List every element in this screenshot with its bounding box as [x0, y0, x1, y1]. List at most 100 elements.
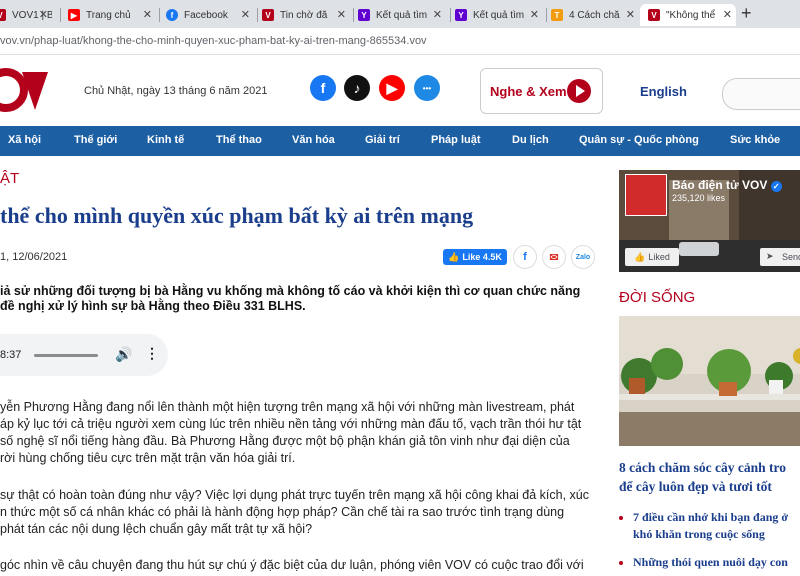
send-label: Send [782, 252, 800, 262]
sidebar-headline[interactable]: 8 cách chăm sóc cây cảnh tro để cây luôn… [619, 458, 800, 496]
verified-icon: ✓ [770, 181, 782, 192]
youtube-icon[interactable]: ▶ [379, 75, 405, 101]
tab-label: Kết quả tìm [473, 9, 525, 21]
close-icon[interactable]: ✕ [39, 8, 48, 21]
tiktok-icon[interactable]: ♪ [344, 75, 370, 101]
article-paragraph: yễn Phương Hằng đang nổi lên thành một h… [0, 399, 600, 467]
paragraph-line: áp kỷ lục tới cả triệu người xem cùng lú… [0, 417, 582, 431]
nav-item[interactable]: Sức khỏe [730, 134, 780, 146]
tab-separator [450, 8, 451, 22]
close-icon[interactable]: ✕ [337, 8, 346, 21]
close-icon[interactable]: ✕ [143, 8, 152, 21]
tab-label: Trang chủ [86, 9, 131, 21]
nav-item[interactable]: Du lịch [512, 134, 549, 146]
sapo-line: đề nghị xử lý hình sự bà Hằng theo Điều … [0, 299, 306, 313]
article-paragraph: sự thật có hoàn toàn đúng như vậy? Việc … [0, 487, 600, 538]
close-icon[interactable]: ✕ [723, 8, 732, 21]
article-paragraph: góc nhìn về câu chuyện đang thu hút sự c… [0, 557, 600, 574]
bullet-icon [619, 561, 623, 565]
zalo-icon[interactable]: ••• [414, 75, 440, 101]
tab-separator [353, 8, 354, 22]
new-tab-button[interactable]: + [741, 4, 752, 22]
nav-item[interactable]: Thế giới [74, 134, 117, 146]
headline-line: để cây luôn đẹp và tươi tốt [619, 479, 772, 494]
browser-tab[interactable]: f Facebook ✕ [166, 4, 254, 26]
paragraph-line: phát tán các nội dung lệch chuẩn gây mất… [0, 522, 313, 536]
browser-tab[interactable]: Y Kết quả tìm ✕ [358, 4, 446, 26]
article-title: thể cho mình quyền xúc phạm bất kỳ ai tr… [0, 203, 474, 228]
nav-item[interactable]: Giải trí [365, 134, 400, 146]
nav-item[interactable]: Văn hóa [292, 134, 335, 146]
thumbs-up-icon: 👍 [448, 251, 460, 262]
share-email-icon[interactable]: ✉ [542, 245, 566, 269]
tab-separator [60, 8, 61, 22]
vov-favicon-icon: V [0, 9, 6, 21]
close-icon[interactable]: ✕ [433, 8, 442, 21]
facebook-page-name[interactable]: Báo điện tử VOV ✓ [672, 178, 782, 192]
article-category[interactable]: ẬT [0, 170, 19, 187]
paragraph-line: n thức một số cá nhân khác có phải là hà… [0, 505, 565, 519]
tab-label: 4 Cách chă [569, 9, 620, 21]
english-link[interactable]: English [640, 84, 687, 99]
browser-tab[interactable]: T 4 Cách chă ✕ [551, 4, 639, 26]
nav-item[interactable]: Kinh tế [147, 134, 184, 146]
search-input[interactable] [722, 78, 800, 110]
close-icon[interactable]: ✕ [241, 8, 250, 21]
nav-item[interactable]: Pháp luật [431, 134, 481, 146]
paragraph-line: sự thật có hoàn toàn đúng như vậy? Việc … [0, 488, 589, 502]
browser-tab[interactable]: V Tin chờ đă ✕ [262, 4, 350, 26]
article-sapo: iả sử những đối tượng bị bà Hằng vu khốn… [0, 284, 598, 314]
paragraph-line: yễn Phương Hằng đang nổi lên thành một h… [0, 400, 575, 414]
tab-separator [546, 8, 547, 22]
bullet-icon [619, 516, 623, 520]
nghe-xem-label: Nghe & Xem [490, 84, 567, 99]
yahoo-favicon-icon: Y [358, 9, 370, 21]
nav-item[interactable]: Thể thao [216, 134, 262, 146]
sidebar-article-image[interactable] [619, 316, 800, 446]
section-title-doi-song[interactable]: ĐỜI SỐNG [619, 289, 695, 306]
paragraph-line: rời hùng chống tiêu cực trên mặt trận vă… [0, 451, 296, 465]
sidebar-list-item[interactable]: 7 điều cần nhớ khi bạn đang ở khó khăn t… [619, 509, 800, 543]
nav-item[interactable]: Quân sự - Quốc phòng [579, 134, 699, 146]
facebook-send-button[interactable]: ➤ Send [760, 248, 800, 266]
share-zalo-icon[interactable]: Zalo [571, 245, 595, 269]
main-nav: Xã hội Thế giới Kinh tế Thể thao Văn hóa… [0, 126, 800, 156]
share-facebook-icon[interactable]: f [513, 245, 537, 269]
close-icon[interactable]: ✕ [530, 8, 539, 21]
list-item-line: khó khăn trong cuộc sống [633, 527, 765, 541]
facebook-page-likes: 235,120 likes [672, 193, 726, 203]
headline-line: 8 cách chăm sóc cây cảnh tro [619, 460, 786, 475]
vov-favicon-icon: V [262, 9, 274, 21]
list-item-line: 7 điều cần nhớ khi bạn đang ở [633, 510, 789, 524]
tab-label: Tin chờ đă [280, 9, 328, 21]
more-options-icon[interactable]: ⋮ [145, 345, 159, 362]
vov-logo[interactable] [0, 66, 48, 114]
youtube-favicon-icon: ▶ [68, 9, 80, 21]
fb-page-name-text: Báo điện tử VOV [672, 178, 768, 192]
thumbs-up-icon: 👍 [634, 251, 646, 262]
browser-tab[interactable]: Y Kết quả tìm ✕ [455, 4, 543, 26]
browser-tab-active[interactable]: V "Không thể ✕ [640, 4, 736, 26]
browser-tab[interactable]: ▶ Trang chủ ✕ [68, 4, 156, 26]
like-label: Like 4.5K [462, 252, 502, 262]
list-item-line: Những thói quen nuôi dạy con [633, 555, 788, 569]
send-icon: ➤ [766, 251, 774, 261]
volume-icon[interactable]: 🔊 [115, 346, 132, 363]
url-text[interactable]: vov.vn/phap-luat/khong-the-cho-minh-quye… [0, 35, 427, 47]
facebook-like-button[interactable]: 👍 Like 4.5K [443, 249, 507, 265]
vov-favicon-icon: V [648, 9, 660, 21]
tab-separator [159, 8, 160, 22]
paragraph-line: góc nhìn về câu chuyện đang thu hút sự c… [0, 558, 584, 572]
audio-progress-bar[interactable] [34, 354, 98, 357]
close-icon[interactable]: ✕ [626, 8, 635, 21]
facebook-page-thumbnail[interactable] [625, 174, 667, 216]
browser-tab-bar: V VOV1 | BÁO ✕ ▶ Trang chủ ✕ f Facebook … [0, 0, 800, 28]
facebook-liked-button[interactable]: 👍 Liked [625, 248, 679, 266]
address-bar[interactable]: vov.vn/phap-luat/khong-the-cho-minh-quye… [0, 28, 800, 55]
audio-time: 8:37 [0, 349, 22, 361]
sidebar-list-item[interactable]: Những thói quen nuôi dạy con [619, 554, 800, 571]
facebook-icon[interactable]: f [310, 75, 336, 101]
nav-item[interactable]: Xã hội [8, 134, 41, 146]
browser-tab[interactable]: V VOV1 | BÁO ✕ [0, 4, 52, 26]
article-date: 1, 12/06/2021 [0, 251, 68, 263]
